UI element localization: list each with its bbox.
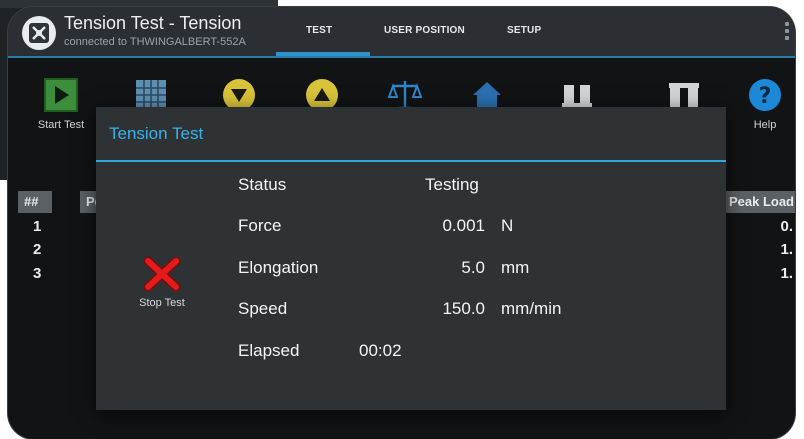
table-row-num: 3 [33, 265, 42, 282]
tab-setup[interactable]: SETUP [507, 25, 541, 36]
app-bar: Tension Test - Tension connected to THWI… [8, 7, 795, 58]
tab-user-position[interactable]: USER POSITION [384, 25, 465, 36]
table-row-peak: 1. [780, 241, 793, 258]
force-unit: N [501, 216, 514, 235]
elongation-value: 5.0 [461, 258, 485, 277]
dialog-title: Tension Test [109, 124, 204, 143]
help-icon: ? [749, 79, 781, 111]
start-test-label: Start Test [37, 119, 85, 131]
overflow-menu-icon[interactable] [785, 22, 789, 40]
elongation-label: Elongation [238, 258, 319, 277]
speed-unit: mm/min [501, 299, 562, 318]
connection-status: connected to THWINGALBERT-552A [64, 36, 246, 48]
speed-label: Speed [238, 299, 288, 318]
speed-value: 150.0 [442, 299, 485, 318]
svg-text:?: ? [759, 84, 772, 109]
app-logo-icon[interactable] [22, 16, 56, 50]
table-row-num: 1 [33, 218, 42, 235]
elapsed-label: Elapsed [238, 341, 300, 360]
force-value: 0.001 [442, 216, 485, 235]
help-button[interactable]: ? Help [730, 77, 795, 131]
column-header-peak-load: Peak Load [718, 191, 795, 213]
table-row-peak: 1. [780, 265, 793, 282]
stop-test-label: Stop Test [139, 297, 185, 309]
status-label: Status [238, 175, 287, 194]
table-row-peak: 0. [780, 218, 793, 235]
app-title: Tension Test - Tension [64, 13, 242, 33]
column-header-index: ## [18, 191, 52, 213]
stop-test-button[interactable]: Stop Test [126, 256, 198, 309]
start-test-button[interactable]: Start Test [26, 77, 96, 131]
elongation-unit: mm [501, 258, 530, 277]
tab-test[interactable]: TEST [306, 25, 332, 36]
table-row-num: 2 [33, 241, 42, 258]
help-label: Help [753, 119, 777, 131]
start-test-icon [44, 78, 78, 112]
app-bar-divider [8, 56, 795, 58]
stop-icon [143, 256, 181, 292]
tension-test-dialog: Tension Test Stop Test Status Testing Fo… [96, 107, 726, 410]
dialog-divider [96, 160, 726, 162]
elapsed-value: 00:02 [359, 341, 402, 360]
force-label: Force [238, 216, 282, 235]
status-value: Testing [425, 175, 479, 194]
